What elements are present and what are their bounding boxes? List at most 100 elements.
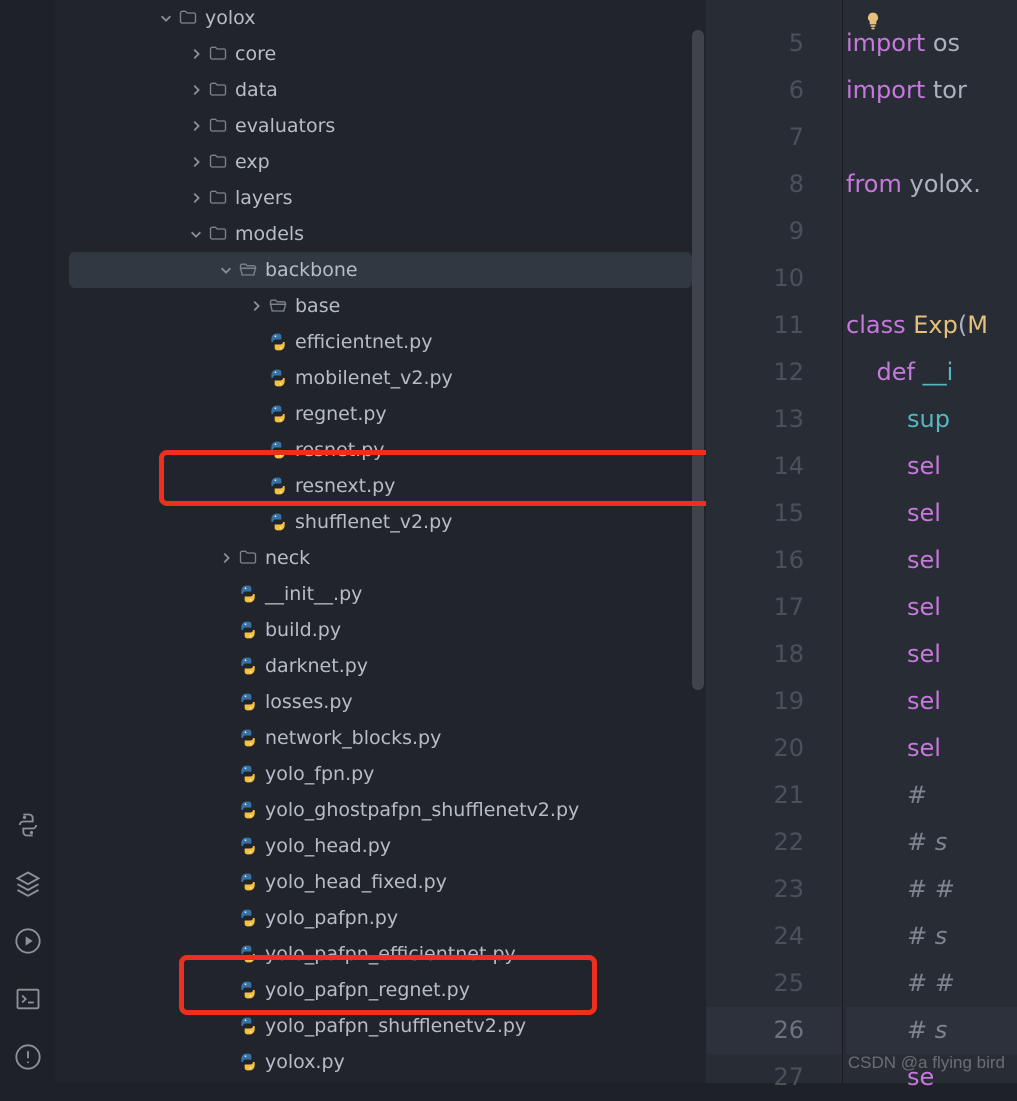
tree-item-shufflenet-v2-py[interactable]: shufflenet_v2.py: [55, 504, 706, 540]
code-line[interactable]: sel: [846, 537, 1017, 584]
code-line[interactable]: from yolox.: [846, 161, 1017, 208]
folder-icon: [207, 187, 229, 209]
tree-item-label: yolo_head_fixed.py: [265, 871, 447, 893]
line-number: 24: [706, 913, 842, 960]
python-file-icon: [237, 871, 259, 893]
tree-item-yolo-pafpn-shufflenetv2-py[interactable]: yolo_pafpn_shufflenetv2.py: [55, 1008, 706, 1044]
python-file-icon: [237, 691, 259, 713]
tree-item-yolo-head-fixed-py[interactable]: yolo_head_fixed.py: [55, 864, 706, 900]
folder-open-icon: [267, 295, 289, 317]
code-line[interactable]: sel: [846, 725, 1017, 772]
tree-item-yolo-pafpn-efficientnet-py[interactable]: yolo_pafpn_efficientnet.py: [55, 936, 706, 972]
line-number: 17: [706, 584, 842, 631]
code-line[interactable]: sel: [846, 631, 1017, 678]
python-file-icon: [267, 511, 289, 533]
code-line[interactable]: # #: [846, 960, 1017, 1007]
python-file-icon: [237, 1051, 259, 1073]
folder-open-icon: [237, 259, 259, 281]
folder-icon: [207, 43, 229, 65]
scrollbar-thumb[interactable]: [692, 30, 704, 690]
chevron-right-icon: [185, 191, 207, 205]
tree-item-label: yolo_ghostpafpn_shufflenetv2.py: [265, 799, 579, 821]
tree-item-label: network_blocks.py: [265, 727, 441, 749]
tree-item-yolox[interactable]: yolox: [55, 0, 706, 36]
python-file-icon: [237, 835, 259, 857]
tree-item-label: core: [235, 43, 276, 65]
tree-item-neck[interactable]: neck: [55, 540, 706, 576]
tree-item-label: __init__.py: [265, 583, 362, 605]
run-debug-icon[interactable]: [14, 927, 42, 955]
tree-item-evaluators[interactable]: evaluators: [55, 108, 706, 144]
code-line[interactable]: class Exp(M: [846, 302, 1017, 349]
tree-item-label: shufflenet_v2.py: [295, 511, 452, 533]
code-line[interactable]: [846, 255, 1017, 302]
tree-item-label: yolox.py: [265, 1051, 345, 1073]
line-number: 18: [706, 631, 842, 678]
tree-item-label: evaluators: [235, 115, 335, 137]
code-line[interactable]: [846, 114, 1017, 161]
code-line[interactable]: def __i: [846, 349, 1017, 396]
code-line[interactable]: sel: [846, 443, 1017, 490]
tree-item-label: backbone: [265, 259, 358, 281]
code-line[interactable]: sel: [846, 584, 1017, 631]
chevron-right-icon: [245, 299, 267, 313]
tree-item-label: darknet.py: [265, 655, 368, 677]
folder-icon: [207, 223, 229, 245]
code-line[interactable]: sel: [846, 490, 1017, 537]
warning-icon[interactable]: [14, 1043, 42, 1071]
tree-item-yolo-ghostpafpn-shufflenetv2-py[interactable]: yolo_ghostpafpn_shufflenetv2.py: [55, 792, 706, 828]
tree-item-backbone[interactable]: backbone: [69, 252, 692, 288]
python-file-icon: [237, 583, 259, 605]
tree-item-yolo-head-py[interactable]: yolo_head.py: [55, 828, 706, 864]
code-editor[interactable]: 5678910111213141516171819202122232425262…: [706, 0, 1017, 1083]
tree-item-yolo-pafpn-py[interactable]: yolo_pafpn.py: [55, 900, 706, 936]
python-file-icon: [267, 331, 289, 353]
tree-item-losses-py[interactable]: losses.py: [55, 684, 706, 720]
code-line[interactable]: # s: [846, 819, 1017, 866]
tree-item-exp[interactable]: exp: [55, 144, 706, 180]
tree-item-models[interactable]: models: [55, 216, 706, 252]
tree-item-resnet-py[interactable]: resnet.py: [55, 432, 706, 468]
tree-item-build-py[interactable]: build.py: [55, 612, 706, 648]
layers-icon[interactable]: [14, 869, 42, 897]
line-number: 12: [706, 349, 842, 396]
tree-item-darknet-py[interactable]: darknet.py: [55, 648, 706, 684]
code-area[interactable]: import osimport torfrom yolox.class Exp(…: [842, 0, 1017, 1083]
code-line[interactable]: # s: [846, 1007, 1017, 1054]
code-line[interactable]: se: [846, 1054, 1017, 1101]
tree-item-label: yolox: [205, 7, 255, 29]
code-line[interactable]: import tor: [846, 67, 1017, 114]
python-file-icon: [237, 619, 259, 641]
tree-item-base[interactable]: base: [55, 288, 706, 324]
tree-item-label: exp: [235, 151, 270, 173]
tree-item-label: yolo_pafpn_efficientnet.py: [265, 943, 516, 965]
terminal-icon[interactable]: [14, 985, 42, 1013]
folder-icon: [177, 7, 199, 29]
lightbulb-icon[interactable]: [863, 0, 883, 47]
code-line[interactable]: sup: [846, 396, 1017, 443]
line-number: 6: [706, 67, 842, 114]
tree-item--init-py[interactable]: __init__.py: [55, 576, 706, 612]
tree-item-network-blocks-py[interactable]: network_blocks.py: [55, 720, 706, 756]
tree-item-mobilenet-v2-py[interactable]: mobilenet_v2.py: [55, 360, 706, 396]
code-line[interactable]: sel: [846, 678, 1017, 725]
tree-item-resnext-py[interactable]: resnext.py: [55, 468, 706, 504]
code-line[interactable]: # #: [846, 866, 1017, 913]
tree-item-yolo-pafpn-regnet-py[interactable]: yolo_pafpn_regnet.py: [55, 972, 706, 1008]
tree-item-core[interactable]: core: [55, 36, 706, 72]
line-number: 19: [706, 678, 842, 725]
tree-item-efficientnet-py[interactable]: efficientnet.py: [55, 324, 706, 360]
tree-item-yolox-py[interactable]: yolox.py: [55, 1044, 706, 1080]
folder-icon: [237, 547, 259, 569]
line-number: 21: [706, 772, 842, 819]
python-icon[interactable]: [14, 811, 42, 839]
line-number: 25: [706, 960, 842, 1007]
python-file-icon: [267, 367, 289, 389]
tree-item-yolo-fpn-py[interactable]: yolo_fpn.py: [55, 756, 706, 792]
code-line[interactable]: [846, 208, 1017, 255]
tree-item-data[interactable]: data: [55, 72, 706, 108]
tree-item-layers[interactable]: layers: [55, 180, 706, 216]
code-line[interactable]: #: [846, 772, 1017, 819]
code-line[interactable]: # s: [846, 913, 1017, 960]
tree-item-regnet-py[interactable]: regnet.py: [55, 396, 706, 432]
